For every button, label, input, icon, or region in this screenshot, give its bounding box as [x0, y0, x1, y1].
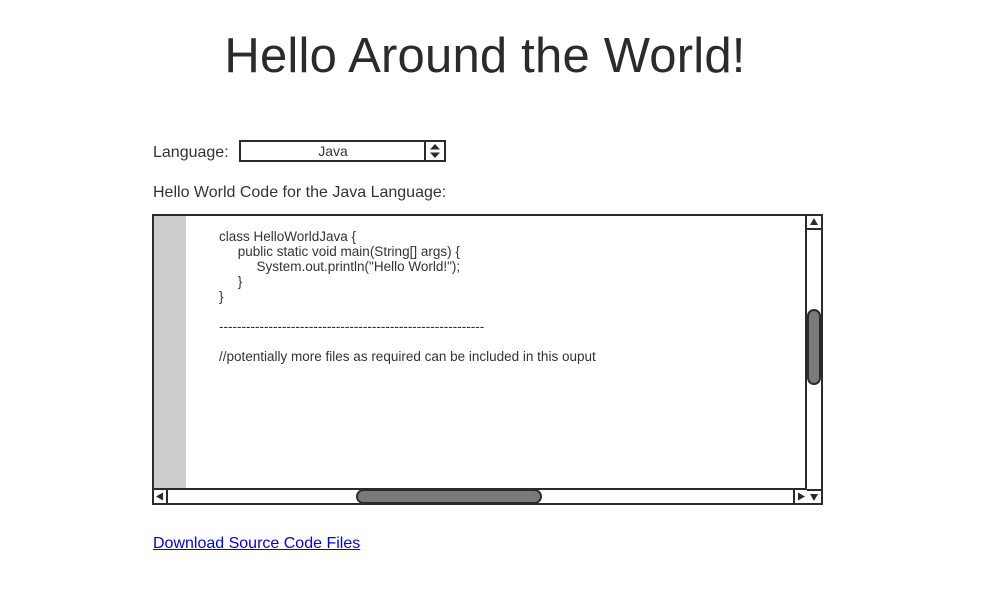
- code-heading: Hello World Code for the Java Language:: [153, 184, 447, 201]
- code-text[interactable]: class HelloWorldJava { public static voi…: [219, 229, 596, 364]
- up-down-spinner-icon[interactable]: [424, 142, 444, 160]
- code-output-box[interactable]: class HelloWorldJava { public static voi…: [152, 214, 823, 505]
- line-gutter: [154, 216, 186, 490]
- download-source-link[interactable]: Download Source Code Files: [153, 535, 360, 553]
- arrow-left-icon[interactable]: [154, 490, 168, 503]
- language-select-value[interactable]: Java: [241, 142, 425, 160]
- arrow-up-icon[interactable]: [807, 216, 821, 230]
- page-title: Hello Around the World!: [224, 29, 746, 83]
- horizontal-scroll-thumb[interactable]: [356, 489, 542, 503]
- arrow-down-icon[interactable]: [807, 489, 821, 503]
- page: Hello Around the World! Language: Java H…: [0, 0, 998, 602]
- horizontal-scrollbar[interactable]: [154, 488, 807, 503]
- language-label: Language:: [153, 144, 229, 161]
- arrow-right-icon[interactable]: [793, 490, 807, 503]
- vertical-scrollbar[interactable]: [805, 216, 821, 503]
- language-select[interactable]: Java: [239, 140, 446, 162]
- vertical-scroll-thumb[interactable]: [807, 309, 821, 385]
